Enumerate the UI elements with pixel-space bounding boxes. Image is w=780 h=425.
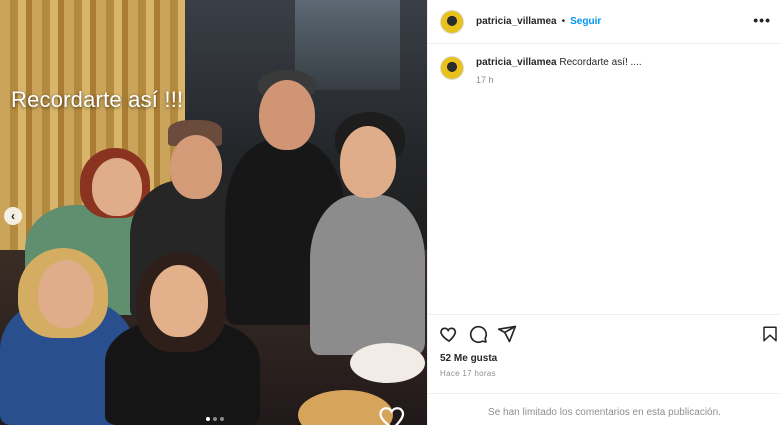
comment-icon[interactable] [468,324,488,344]
likes-count[interactable]: 52 Me gusta [440,353,497,364]
carousel-dot [206,417,210,421]
carousel-dots [206,417,224,421]
bookmark-icon[interactable] [761,324,779,344]
post-timestamp[interactable]: Hace 17 horas [440,369,496,378]
carousel-dot [213,417,217,421]
carousel-dot [220,417,224,421]
photo-scene [0,0,427,425]
caption-username[interactable]: patricia_villamea [476,57,557,68]
avatar[interactable] [440,56,464,80]
caption-text: Recordarte así! .... [559,57,642,68]
post-photo[interactable]: Recordarte así !!! ‹ [0,0,427,425]
share-icon[interactable] [497,324,517,344]
photo-overlay-text: Recordarte así !!! [11,87,184,112]
carousel-prev-button[interactable]: ‹ [4,207,22,225]
heart-icon[interactable] [378,402,408,425]
follow-button[interactable]: Seguir [570,16,601,27]
post-header: patricia_villamea • Seguir ••• [428,0,780,44]
heart-icon[interactable] [439,324,459,344]
more-options-icon[interactable]: ••• [753,12,771,28]
username-link[interactable]: patricia_villamea [476,16,557,27]
avatar[interactable] [440,9,464,34]
comments-limited-notice: Se han limitado los comentarios en esta … [428,393,780,425]
caption-comment: patricia_villamea Recordarte así! .... 1… [440,56,642,85]
header-separator: • [561,16,566,27]
actions-bar [428,314,780,351]
post-info-panel: patricia_villamea • Seguir ••• patricia_… [427,0,780,425]
caption-timestamp[interactable]: 17 h [476,75,642,85]
